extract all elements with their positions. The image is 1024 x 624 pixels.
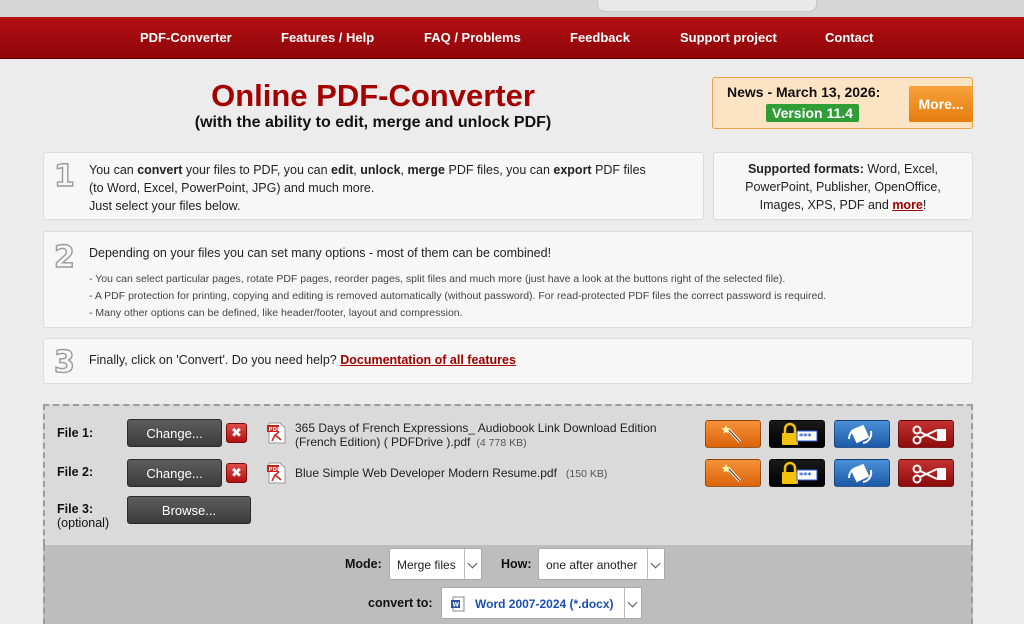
- news-date: News - March 13, 2026:: [727, 84, 881, 100]
- news-box: News - March 13, 2026: Version 11.4 More…: [712, 77, 973, 129]
- pdf-file-icon: PDF: [267, 422, 286, 444]
- browser-top-strip: [0, 0, 1024, 17]
- mode-label: Mode:: [345, 557, 382, 571]
- page-subtitle: (with the ability to edit, merge and unl…: [194, 114, 552, 131]
- file-1-change-button[interactable]: Change...: [127, 419, 222, 447]
- nav-item-support-project[interactable]: Support project: [680, 30, 777, 45]
- svg-text:PDF: PDF: [269, 467, 282, 473]
- file-2-label: File 2:: [57, 465, 94, 479]
- file-2-remove-icon[interactable]: ✖: [226, 463, 247, 483]
- scissors-icon[interactable]: [898, 459, 954, 487]
- edit-magic-wand-icon[interactable]: [705, 420, 761, 448]
- step-2-note: - You can select particular pages, rotat…: [89, 273, 786, 285]
- how-select[interactable]: one after another: [538, 548, 665, 580]
- step-2-box: 2 Depending on your files you can set ma…: [43, 231, 973, 328]
- file-2-change-button[interactable]: Change...: [127, 459, 222, 487]
- mode-select[interactable]: Merge files: [389, 548, 482, 580]
- nav-item-feedback[interactable]: Feedback: [570, 30, 630, 45]
- chevron-down-icon: [624, 588, 641, 618]
- step-number-2: 2: [53, 239, 75, 275]
- pdf-file-icon: PDF: [267, 462, 286, 484]
- file-3-browse-button[interactable]: Browse...: [127, 496, 251, 524]
- nav-item-features-help[interactable]: Features / Help: [281, 30, 374, 45]
- nav-item-contact[interactable]: Contact: [825, 30, 873, 45]
- how-label: How:: [501, 557, 532, 571]
- nav-item-faq[interactable]: FAQ / Problems: [424, 30, 521, 45]
- password-lock-icon[interactable]: ***: [769, 459, 825, 487]
- word-file-icon: W: [451, 596, 465, 612]
- top-tab-pill: [597, 0, 817, 12]
- scissors-icon[interactable]: [898, 420, 954, 448]
- convert-to-label: convert to:: [368, 596, 433, 610]
- rotate-pages-icon[interactable]: [834, 459, 890, 487]
- svg-text:***: ***: [799, 432, 812, 441]
- step-number-1: 1: [53, 158, 75, 194]
- step-3-text: Finally, click on 'Convert'. Do you need…: [89, 353, 516, 367]
- step-2-text: Depending on your files you can set many…: [89, 246, 552, 260]
- file-3-optional-note: (optional): [57, 516, 110, 530]
- main-navbar: PDF-Converter Features / Help FAQ / Prob…: [0, 17, 1024, 59]
- file-1-remove-icon[interactable]: ✖: [226, 423, 247, 443]
- step-2-note: - A PDF protection for printing, copying…: [89, 290, 827, 302]
- svg-text:W: W: [453, 602, 460, 609]
- news-more-button[interactable]: More...: [909, 86, 973, 122]
- step-1-box: 1 You can convert your files to PDF, you…: [43, 152, 704, 220]
- chevron-down-icon: [647, 549, 664, 579]
- step-1-text: You can convert your files to PDF, you c…: [89, 163, 646, 213]
- documentation-link[interactable]: Documentation of all features: [340, 353, 516, 367]
- file-2-name: Blue Simple Web Developer Modern Resume.…: [295, 466, 608, 480]
- step-3-box: 3 Finally, click on 'Convert'. Do you ne…: [43, 338, 973, 384]
- file-3-label: File 3: (optional): [57, 502, 110, 530]
- version-badge: Version 11.4: [766, 104, 859, 122]
- step-number-3: 3: [53, 344, 75, 380]
- page-title: Online PDF-Converter: [211, 78, 535, 113]
- formats-more-link[interactable]: more: [892, 198, 923, 212]
- password-lock-icon[interactable]: ***: [769, 420, 825, 448]
- edit-magic-wand-icon[interactable]: [705, 459, 761, 487]
- svg-text:PDF: PDF: [269, 427, 282, 433]
- svg-text:***: ***: [799, 471, 812, 480]
- convert-to-select[interactable]: W Word 2007-2024 (*.docx): [441, 587, 642, 619]
- file-1-label: File 1:: [57, 426, 94, 440]
- file-2-size: (150 KB): [565, 468, 608, 480]
- nav-item-pdf-converter[interactable]: PDF-Converter: [140, 30, 232, 45]
- supported-formats-box: Supported formats: Word, Excel, PowerPoi…: [713, 152, 973, 220]
- file-1-size: (4 778 KB): [476, 437, 527, 449]
- rotate-pages-icon[interactable]: [834, 420, 890, 448]
- step-2-note: - Many other options can be defined, lik…: [89, 307, 463, 319]
- chevron-down-icon: [464, 549, 481, 579]
- file-1-name: 365 Days of French Expressions_ Audioboo…: [295, 421, 657, 449]
